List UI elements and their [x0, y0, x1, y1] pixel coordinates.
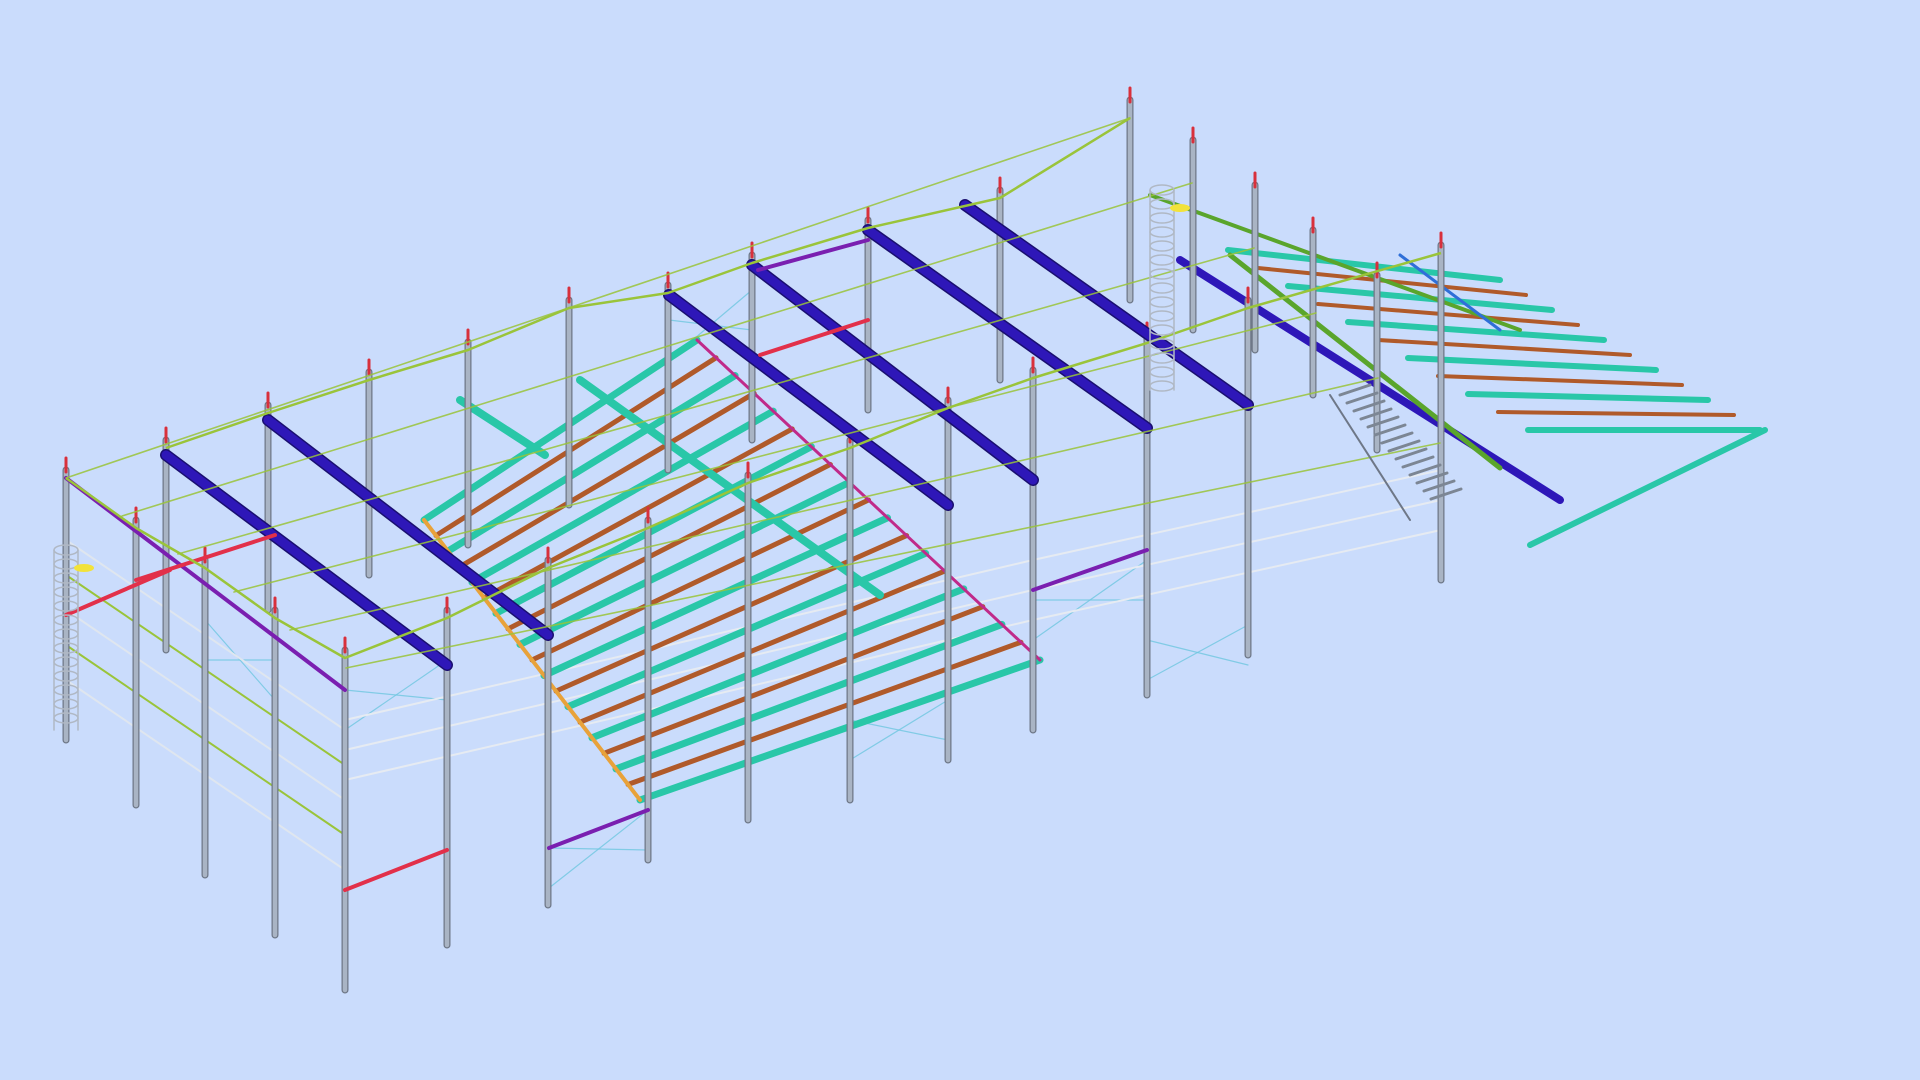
ladder-cage-right	[1149, 296, 1175, 308]
hatch-marker	[74, 564, 94, 572]
mezzanine-joist	[456, 396, 549, 459]
floor-beam	[577, 568, 948, 725]
ladder-cage-right	[1149, 282, 1175, 294]
floor-joist	[1465, 391, 1711, 403]
stair-tread	[1380, 431, 1414, 445]
floor-beam	[1436, 374, 1684, 387]
roof-purlin	[177, 247, 1255, 555]
cross-brace	[344, 659, 448, 731]
rafters-layer	[64, 199, 1254, 892]
stair-tread	[1366, 415, 1400, 429]
floor-beam	[1376, 338, 1632, 357]
ladder-cage-right	[1149, 212, 1175, 224]
ladder-cage-right	[1149, 240, 1175, 252]
ladder-cage-right	[1149, 324, 1175, 336]
ladder-cage-right	[1149, 310, 1175, 322]
stair-tread	[1401, 455, 1435, 469]
mezzanine-floors-layer	[420, 193, 1768, 804]
cross-brace	[1146, 624, 1249, 681]
floor-beam	[625, 639, 1024, 787]
eave-beam	[64, 568, 172, 617]
steel-frame-model[interactable]	[0, 0, 1920, 1080]
ladder-cage-right	[1149, 254, 1175, 266]
3d-viewport[interactable]	[0, 0, 1920, 1080]
ladder-cage-right	[1149, 226, 1175, 238]
ladder-cage-right	[1149, 366, 1175, 378]
stair-tread	[1429, 487, 1463, 501]
floor-joist	[1405, 355, 1659, 373]
stair-tread	[1345, 391, 1379, 405]
eave-beam	[343, 848, 449, 892]
floor-beam	[457, 390, 757, 570]
stair-tread	[1387, 439, 1421, 453]
floor-beam	[529, 497, 871, 663]
floor-joist	[492, 443, 815, 617]
floor-beam	[601, 604, 986, 756]
secondary-beam	[547, 808, 650, 850]
floor-joist	[636, 656, 1044, 804]
hatch-marker	[1170, 204, 1190, 212]
floor-beam	[1496, 410, 1736, 417]
floor-joist	[540, 514, 892, 680]
roof-rafter	[863, 225, 1152, 433]
upper-joist	[1527, 427, 1768, 548]
roof-purlin	[345, 442, 1441, 669]
ladder-cage-right	[1149, 380, 1175, 392]
floor-beam	[505, 461, 833, 632]
cross-brace	[548, 809, 649, 889]
ladder-cage-right	[1149, 352, 1175, 364]
roof-rafter	[960, 200, 1253, 410]
